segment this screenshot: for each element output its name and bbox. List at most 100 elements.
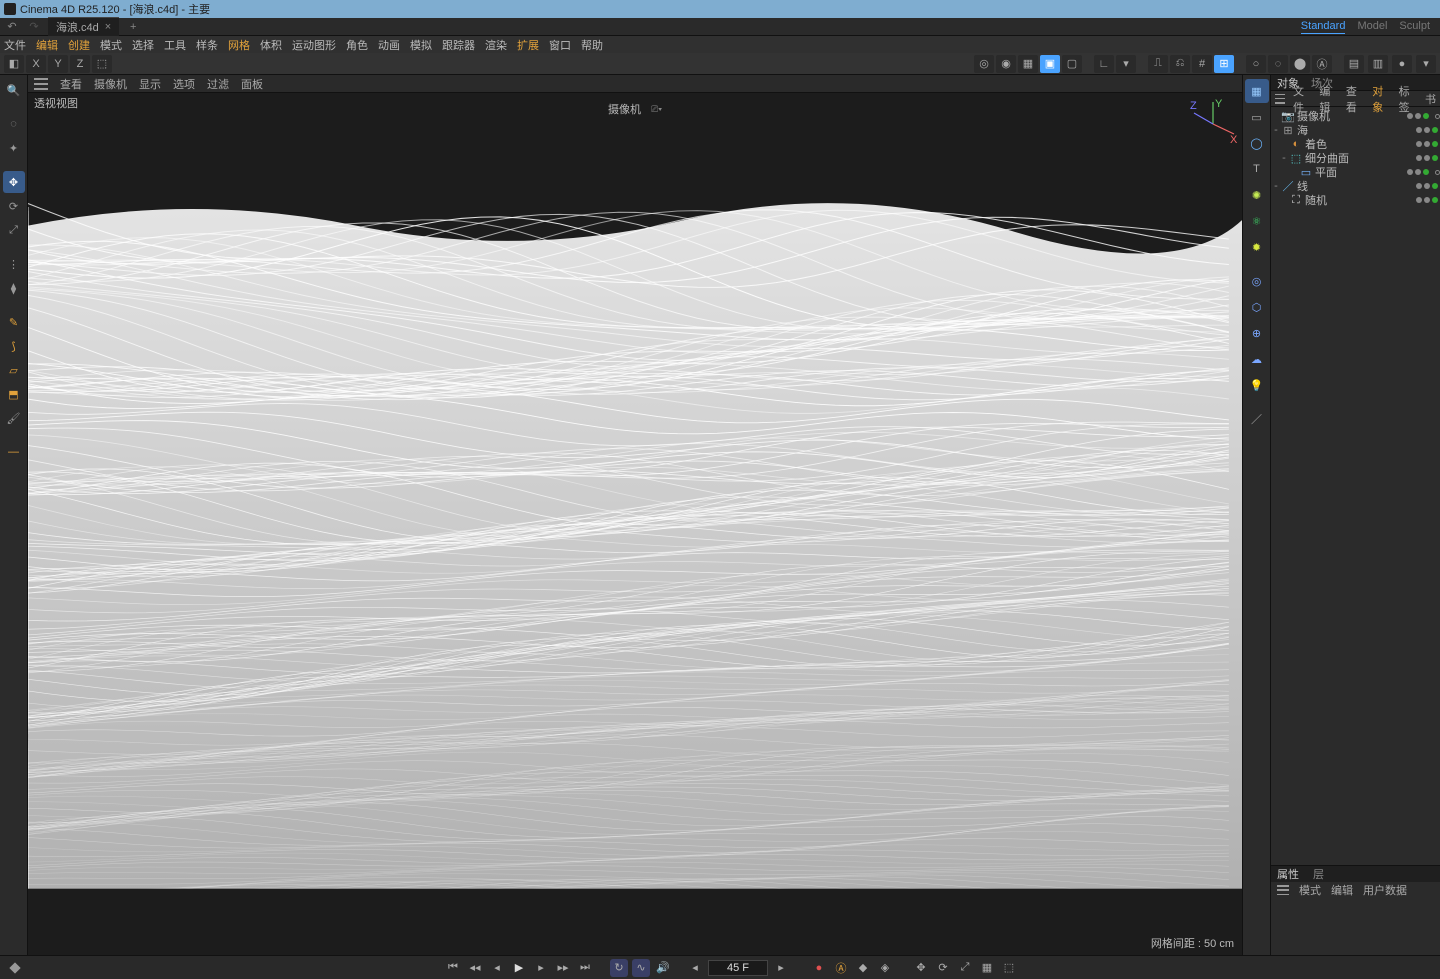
bulb-icon[interactable]: 💡 [1245, 373, 1269, 397]
view-menu-panel[interactable]: 面板 [241, 76, 263, 92]
hamburger-icon[interactable] [34, 78, 48, 90]
goto-start-icon[interactable]: ⏮ [444, 959, 462, 977]
next-frame-icon[interactable]: ▸ [532, 959, 550, 977]
menu-render[interactable]: 渲染 [485, 37, 507, 53]
light-icon[interactable]: ✺ [1245, 183, 1269, 207]
menu-create[interactable]: 创建 [68, 37, 90, 53]
scale-key-icon[interactable]: ⤢ [956, 959, 974, 977]
file-tab[interactable]: 海浪.c4d × [48, 17, 119, 36]
menu-tools[interactable]: 工具 [164, 37, 186, 53]
soft-select-icon[interactable]: ○ [1246, 55, 1266, 73]
modeling-axis-icon[interactable]: Ⓐ [1312, 55, 1332, 73]
snap-grid-icon[interactable]: # [1192, 55, 1212, 73]
knife-icon[interactable]: — [3, 441, 25, 463]
tree-row-海[interactable]: -⊞海 [1271, 123, 1440, 137]
lock-axis-icon[interactable]: ◧ [4, 55, 24, 73]
snap-toggle-icon[interactable]: ⊞ [1214, 55, 1234, 73]
cube-primitive-icon[interactable]: ▦ [1245, 79, 1269, 103]
tag-phong-icon[interactable] [1435, 170, 1440, 175]
view-menu-options[interactable]: 选项 [173, 76, 195, 92]
record-icon[interactable]: ● [810, 959, 828, 977]
render-settings-icon[interactable]: ▣ [1040, 55, 1060, 73]
close-tab-icon[interactable]: × [105, 21, 111, 33]
menu-tracker[interactable]: 跟踪器 [442, 37, 475, 53]
menu-edit[interactable]: 编辑 [36, 37, 58, 53]
tree-row-摄像机[interactable]: 📷摄像机 [1271, 109, 1440, 123]
view-menu-view[interactable]: 查看 [60, 76, 82, 92]
camera-icon[interactable]: ◎ [1245, 269, 1269, 293]
view-menu-display[interactable]: 显示 [139, 76, 161, 92]
brush-icon[interactable]: 🖌 [3, 407, 25, 429]
menu-select[interactable]: 选择 [132, 37, 154, 53]
axis-y-toggle[interactable]: Y [48, 55, 68, 73]
attr-hamburger-icon[interactable] [1277, 885, 1289, 895]
obj-hamburger-icon[interactable] [1275, 94, 1285, 104]
view-menu-filter[interactable]: 过滤 [207, 76, 229, 92]
symmetry-icon[interactable]: ⬤ [1290, 55, 1310, 73]
tree-expand-icon[interactable]: - [1271, 124, 1281, 136]
plane-primitive-icon[interactable]: ▭ [1245, 105, 1269, 129]
spline-primitive-icon[interactable]: ◯ [1245, 131, 1269, 155]
play-icon[interactable]: ▶ [510, 959, 528, 977]
tab-layers[interactable]: 层 [1313, 866, 1324, 882]
timeline-diamond-icon[interactable] [6, 959, 24, 977]
world-icon[interactable]: ⊕ [1245, 321, 1269, 345]
viewport-3d[interactable]: 透视视图 摄像机 ⎚▾ [28, 93, 1242, 955]
tree-row-细分曲面[interactable]: -⬚细分曲面 [1271, 151, 1440, 165]
prev-frame-icon[interactable]: ◂ [488, 959, 506, 977]
pingpong-icon[interactable]: ∿ [632, 959, 650, 977]
sound-icon[interactable]: 🔊 [654, 959, 672, 977]
menu-volume[interactable]: 体积 [260, 37, 282, 53]
scale-tool-icon[interactable]: ⤢ [3, 219, 25, 241]
workplane-icon[interactable]: ∟ [1094, 55, 1114, 73]
keyframe-settings-icon[interactable]: ◈ [876, 959, 894, 977]
workplane-mode-icon[interactable]: ▾ [1116, 55, 1136, 73]
spline-arc-icon[interactable]: ⟆ [3, 335, 25, 357]
pla-key-icon[interactable]: ⬚ [1000, 959, 1018, 977]
obj-menu-bookmarks[interactable]: 书 [1425, 91, 1436, 107]
menu-mograph[interactable]: 运动图形 [292, 37, 336, 53]
brush-sculpt-icon[interactable]: ／ [1245, 407, 1269, 431]
menu-mesh[interactable]: 网格 [228, 37, 250, 53]
tree-expand-icon[interactable]: - [1271, 180, 1281, 192]
tag-target-icon[interactable] [1435, 114, 1440, 119]
render-region-icon[interactable]: ◉ [996, 55, 1016, 73]
next-key-icon[interactable]: ▸▸ [554, 959, 572, 977]
menu-spline[interactable]: 样条 [196, 37, 218, 53]
menu-help[interactable]: 帮助 [581, 37, 603, 53]
bevel-icon[interactable]: ⬒ [3, 383, 25, 405]
new-tab-icon[interactable]: + [125, 20, 141, 34]
environment-icon[interactable]: ☁ [1245, 347, 1269, 371]
menu-file[interactable]: 文件 [4, 37, 26, 53]
move-tool-icon[interactable]: ✥ [3, 171, 25, 193]
keyframe-icon[interactable]: ◆ [854, 959, 872, 977]
redo-history-icon[interactable]: ↷ [26, 20, 42, 34]
loop-icon[interactable]: ↻ [610, 959, 628, 977]
menu-animate[interactable]: 动画 [378, 37, 400, 53]
menu-simulate[interactable]: 模拟 [410, 37, 432, 53]
search-icon[interactable]: 🔍 [3, 79, 25, 101]
axis-x-toggle[interactable]: X [26, 55, 46, 73]
visibility-dots[interactable] [1416, 141, 1438, 147]
undo-history-icon[interactable]: ↶ [4, 20, 20, 34]
visibility-dots[interactable] [1416, 127, 1438, 133]
stage-icon[interactable]: ⬡ [1245, 295, 1269, 319]
tree-row-随机[interactable]: ⛶随机 [1271, 193, 1440, 207]
tree-row-着色[interactable]: ◐着色 [1271, 137, 1440, 151]
layout-standard[interactable]: Standard [1301, 20, 1346, 34]
param-key-icon[interactable]: ▦ [978, 959, 996, 977]
camera-dropdown-icon[interactable]: ⎚▾ [651, 104, 662, 115]
edge-mode-icon[interactable]: ⧫ [3, 277, 25, 299]
axis-z-toggle[interactable]: Z [70, 55, 90, 73]
tree-row-线[interactable]: -／线 [1271, 179, 1440, 193]
text-icon[interactable]: T [1245, 157, 1269, 181]
menu-window[interactable]: 窗口 [549, 37, 571, 53]
layout-model[interactable]: Model [1357, 20, 1387, 34]
menu-character[interactable]: 角色 [346, 37, 368, 53]
material-icon[interactable]: ● [1392, 55, 1412, 73]
extrude-icon[interactable]: ▱ [3, 359, 25, 381]
field-icon[interactable]: ✹ [1245, 235, 1269, 259]
snap-point-icon[interactable]: ⎍ [1148, 55, 1168, 73]
timeline-icon[interactable]: ▥ [1368, 55, 1388, 73]
autokey-icon[interactable]: Ⓐ [832, 959, 850, 977]
